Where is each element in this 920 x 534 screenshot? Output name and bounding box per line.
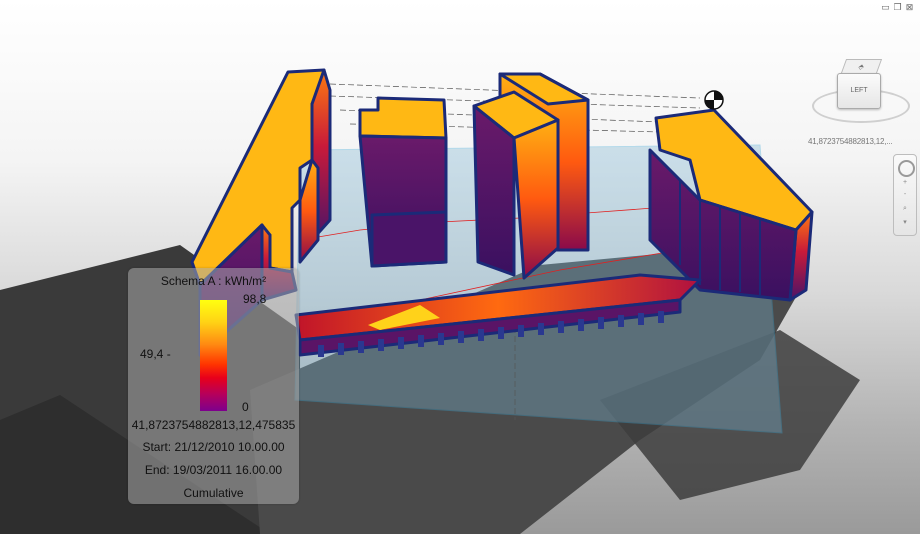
more-options-icon[interactable]: ▾ (899, 219, 911, 227)
window-controls: ▭ ❐ ⊠ (881, 2, 914, 12)
viewcube[interactable]: ⬘ LEFT (806, 55, 914, 135)
legend-mid-value: 49,4 - (140, 347, 171, 361)
legend-mode: Cumulative (183, 486, 244, 500)
zoom-icon[interactable]: ⌕ (899, 205, 911, 213)
navigation-bar[interactable]: + - ⌕ ▾ (893, 154, 917, 236)
solar-legend: Schema A : kWh/m² 98,8 49,4 - 0 41,87237… (128, 268, 299, 504)
legend-title: Schema A : kWh/m² (160, 274, 267, 288)
minimize-icon[interactable]: ▭ (881, 2, 890, 12)
legend-end-date: End: 19/03/2011 16.00.00 (144, 463, 283, 477)
3d-viewport[interactable]: ▭ ❐ ⊠ ⬘ LEFT 41,8723754882813,12,... + -… (0, 0, 920, 534)
close-icon[interactable]: ⊠ (905, 2, 914, 12)
steering-wheel-icon[interactable] (898, 160, 915, 177)
zoom-out-icon[interactable]: - (899, 191, 911, 199)
legend-location: 41,8723754882813,12,475835 (131, 418, 296, 432)
sun-position-marker (704, 90, 724, 110)
legend-start-date: Start: 21/12/2010 10.00.00 (142, 440, 285, 454)
legend-max-value: 98,8 (243, 292, 267, 306)
building-tower-twin (472, 72, 590, 280)
coordinate-readout[interactable]: 41,8723754882813,12,... (808, 137, 893, 146)
restore-icon[interactable]: ❐ (893, 2, 902, 12)
building-tower-middle (358, 96, 448, 268)
legend-min-value: 0 (242, 400, 249, 414)
legend-color-scale (200, 300, 227, 411)
viewcube-face-left[interactable]: LEFT (837, 73, 881, 109)
zoom-in-icon[interactable]: + (899, 179, 911, 187)
